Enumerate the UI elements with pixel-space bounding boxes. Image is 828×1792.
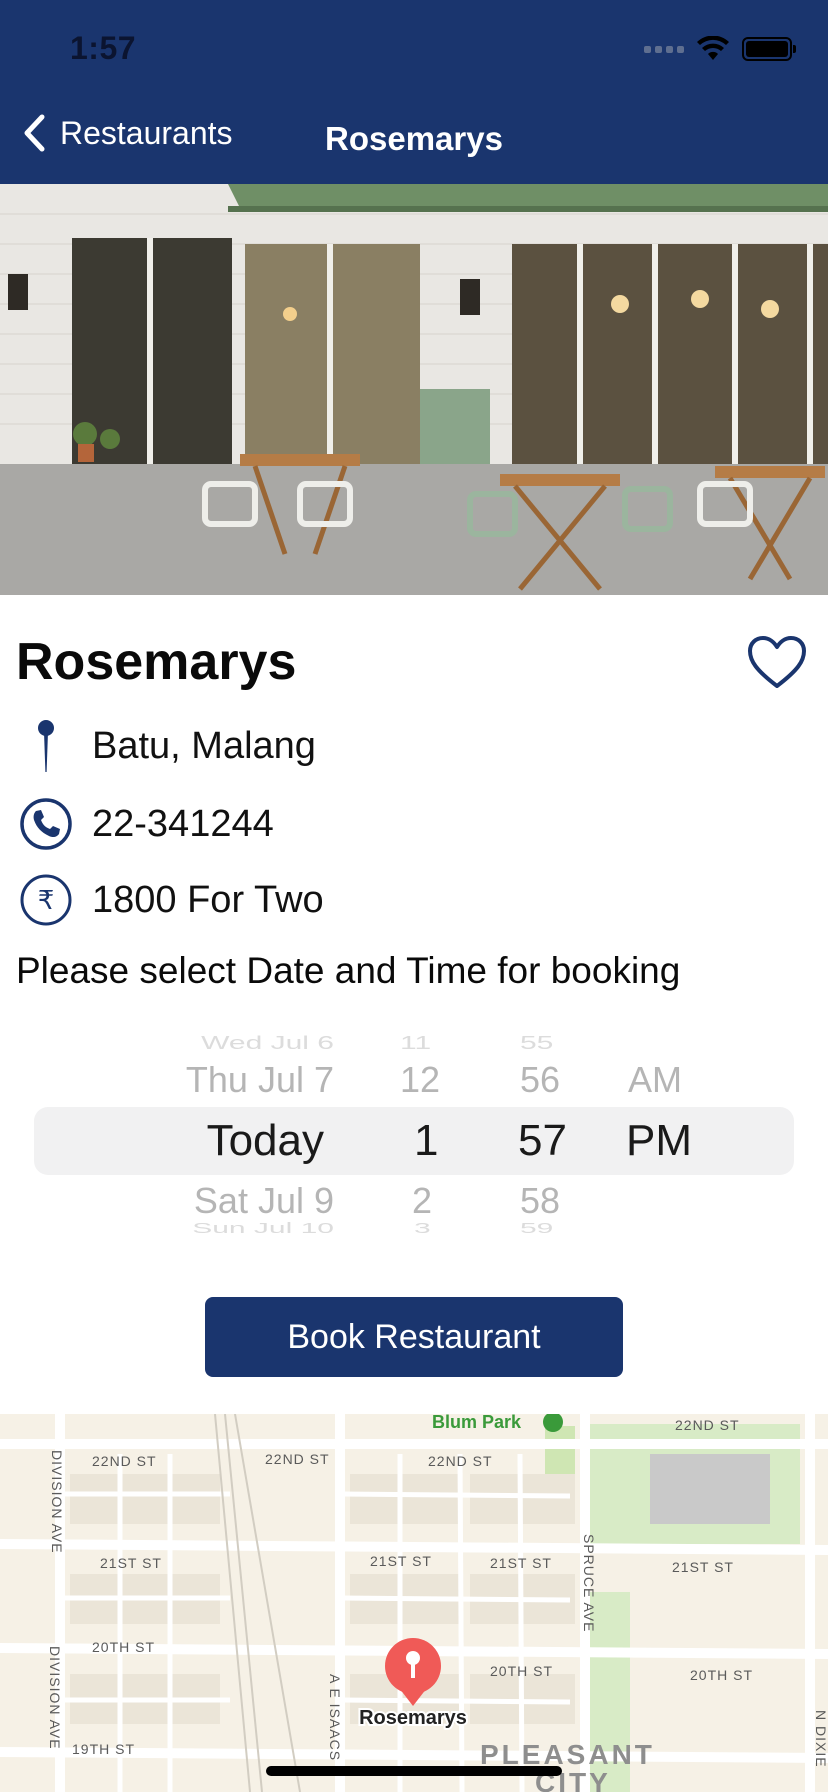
map-pin-label: Rosemarys	[359, 1707, 467, 1729]
picker-minute-option[interactable]: 59	[520, 1220, 553, 1237]
street-label: 21ST ST	[672, 1559, 734, 1575]
picker-minute-selected[interactable]: 57	[518, 1116, 567, 1166]
street-label: SPRUCE AVE	[581, 1534, 597, 1632]
street-label: 22ND ST	[428, 1453, 493, 1469]
street-label: DIVISION AVE	[47, 1646, 63, 1750]
status-time: 1:57	[70, 30, 137, 66]
street-label: 19TH ST	[72, 1741, 135, 1757]
date-time-picker[interactable]: Wed Jul 6 Thu Jul 7 Today Sat Jul 9 Sun …	[34, 1020, 794, 1260]
location-row: Batu, Malang	[18, 718, 316, 774]
picker-period-option[interactable]: AM	[628, 1059, 682, 1101]
park-label: Blum Park	[432, 1414, 522, 1432]
navigation-header: 1:57 Restaurants Rosemarys	[0, 0, 828, 184]
page-title: Rosemarys	[0, 120, 828, 158]
wifi-icon	[697, 36, 729, 60]
street-label: 20TH ST	[490, 1663, 553, 1679]
page-title-text: Rosemarys	[325, 120, 503, 157]
price-row: ₹ 1800 For Two	[18, 872, 324, 928]
booking-prompt: Please select Date and Time for booking	[16, 950, 681, 991]
street-label: 22ND ST	[92, 1453, 157, 1469]
heart-icon	[748, 636, 806, 688]
picker-date-column[interactable]: Wed Jul 6 Thu Jul 7 Today Sat Jul 9 Sun …	[34, 1020, 334, 1260]
picker-minute-option[interactable]: 56	[520, 1059, 560, 1101]
signal-icon	[644, 45, 684, 53]
picker-hour-option[interactable]: 3	[414, 1220, 431, 1237]
picker-minute-option[interactable]: 58	[520, 1180, 560, 1222]
favorite-button[interactable]	[746, 634, 808, 690]
picker-hour-option[interactable]: 2	[412, 1180, 432, 1222]
phone-row[interactable]: 22-341244	[18, 796, 274, 852]
picker-date-option[interactable]: Thu Jul 7	[186, 1059, 334, 1101]
home-indicator[interactable]	[266, 1766, 562, 1776]
street-label: 21ST ST	[370, 1553, 432, 1569]
street-label: 21ST ST	[100, 1555, 162, 1571]
picker-period-selected[interactable]: PM	[626, 1116, 692, 1166]
picker-minute-option[interactable]: 55	[520, 1034, 553, 1054]
battery-icon	[742, 37, 796, 61]
picker-date-option[interactable]: Sun Jul 10	[192, 1220, 334, 1237]
location-map[interactable]: 22ND ST 22ND ST 22ND ST 22ND ST 21ST ST …	[0, 1414, 828, 1792]
picker-date-option[interactable]: Sat Jul 9	[194, 1180, 334, 1222]
book-restaurant-button[interactable]: Book Restaurant	[205, 1297, 623, 1377]
street-label: A E ISAACS	[327, 1674, 343, 1761]
phone-text[interactable]: 22-341244	[92, 803, 274, 846]
picker-period-column[interactable]: AM PM	[626, 1020, 736, 1260]
picker-date-selected[interactable]: Today	[207, 1116, 324, 1166]
street-label: 22ND ST	[675, 1417, 740, 1433]
restaurant-photo	[0, 184, 828, 595]
street-label: DIVISION AVE	[49, 1450, 65, 1554]
street-label: 20TH ST	[92, 1639, 155, 1655]
picker-hour-column[interactable]: 11 12 1 2 3	[394, 1020, 464, 1260]
map-pin-icon	[38, 720, 54, 772]
picker-hour-selected[interactable]: 1	[414, 1116, 438, 1166]
restaurant-name: Rosemarys	[16, 633, 297, 691]
picker-hour-option[interactable]: 11	[400, 1034, 431, 1054]
location-text: Batu, Malang	[92, 724, 316, 767]
street-label: 21ST ST	[490, 1555, 552, 1571]
street-label: N DIXIE	[813, 1710, 828, 1768]
price-text: 1800 For Two	[92, 878, 324, 921]
picker-minute-column[interactable]: 55 56 57 58 59	[518, 1020, 598, 1260]
street-label: 22ND ST	[265, 1451, 330, 1467]
phone-icon	[20, 798, 72, 850]
svg-text:₹: ₹	[38, 886, 55, 916]
picker-date-option[interactable]: Wed Jul 6	[201, 1034, 334, 1054]
street-label: 20TH ST	[690, 1667, 753, 1683]
picker-hour-option[interactable]: 12	[400, 1059, 440, 1101]
rupee-icon: ₹	[20, 874, 72, 926]
status-icons	[644, 36, 796, 62]
